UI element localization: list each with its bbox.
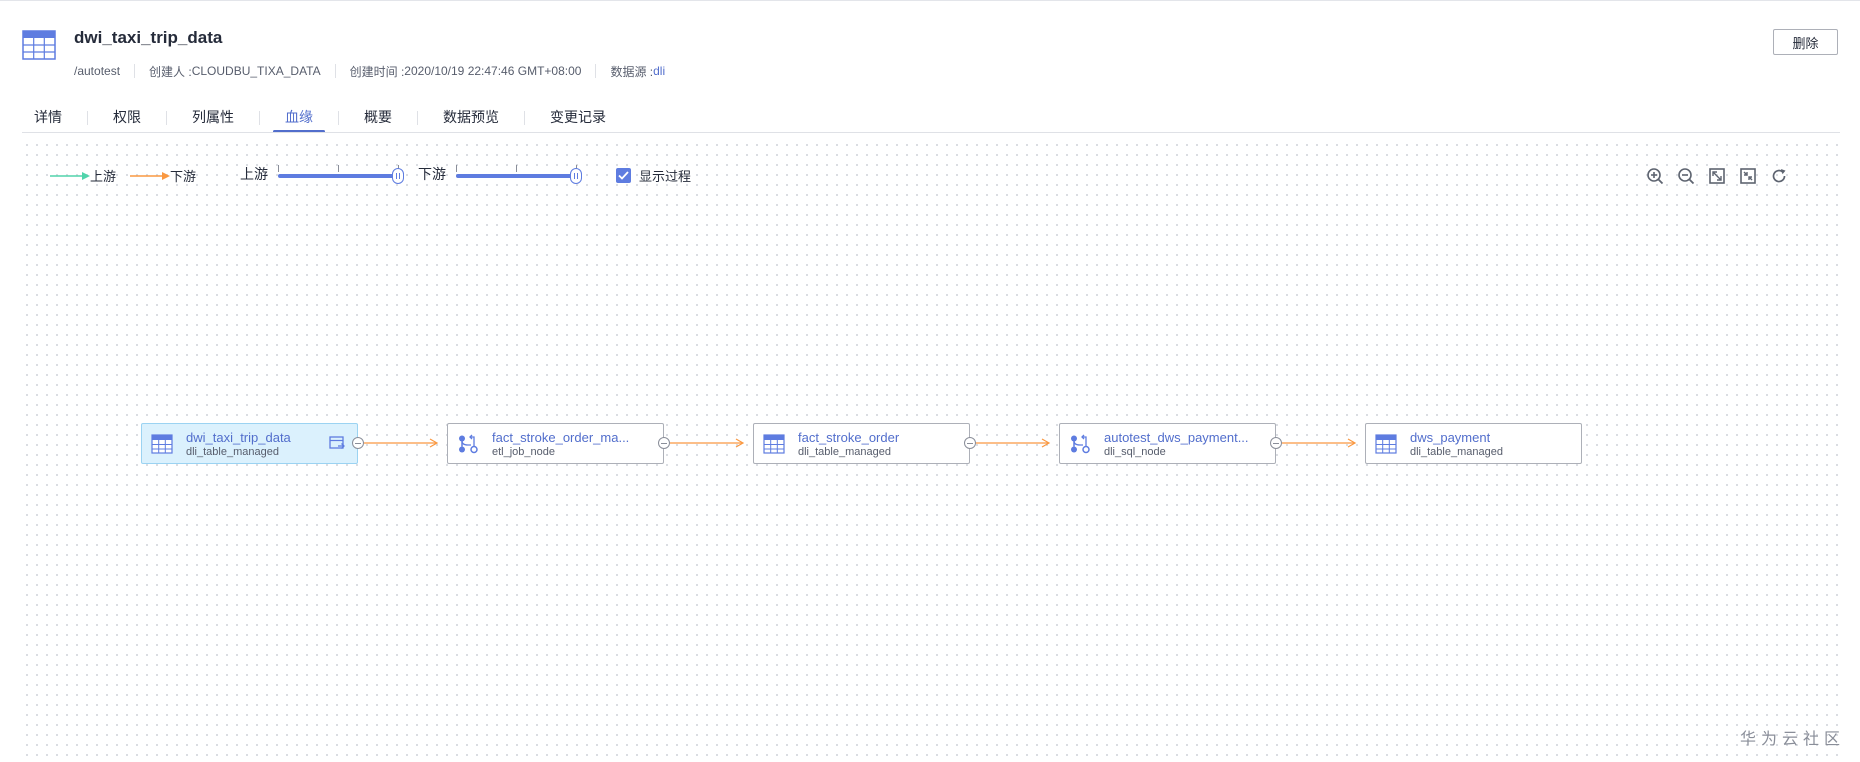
slider-tick [456, 165, 457, 172]
datasource-meta: 数据源 : dli [610, 63, 665, 80]
creator-label: 创建人 : [149, 64, 192, 79]
creator-meta: 创建人 : CLOUDBU_TIXA_DATA [149, 63, 321, 80]
watermark: 华为云社区 [1740, 731, 1846, 748]
tab-permissions[interactable]: 权限 [101, 106, 153, 130]
show-process-toggle[interactable]: 显示过程 [616, 166, 691, 185]
tab-details[interactable]: 详情 [22, 106, 74, 130]
tab-divider [338, 111, 339, 125]
node-type: etl_job_node [492, 446, 556, 458]
process-icon [459, 434, 478, 454]
delete-button[interactable]: 删除 [1773, 29, 1838, 55]
node-name: autotest_dws_payment... [1104, 430, 1249, 445]
tab-divider [259, 111, 260, 125]
node-name: fact_stroke_order [798, 430, 900, 445]
legend-upstream: 上游 [50, 166, 116, 185]
upstream-arrow-icon [50, 171, 90, 180]
tab-divider [417, 111, 418, 125]
collapse-downstream-button[interactable] [352, 437, 364, 449]
show-process-checkbox[interactable] [616, 168, 631, 183]
lineage-node-autotest-dws-payment-sql[interactable]: autotest_dws_payment... dli_sql_node [1059, 423, 1276, 464]
datasource-label: 数据源 : [610, 64, 654, 79]
legend-downstream: 下游 [130, 166, 196, 185]
lineage-node-fact-stroke-order[interactable]: fact_stroke_order dli_table_managed [753, 423, 970, 464]
downstream-slider-fill [456, 174, 576, 178]
node-type: dli_table_managed [798, 446, 891, 458]
node-type: dli_table_managed [1410, 446, 1503, 458]
tabs-divider [22, 132, 1840, 133]
lineage-node-dwi-taxi-trip-data[interactable]: dwi_taxi_trip_data dli_table_managed [141, 423, 358, 464]
tab-divider [524, 111, 525, 125]
meta-row: /autotest 创建人 : CLOUDBU_TIXA_DATA 创建时间 :… [74, 63, 665, 79]
meta-divider [595, 64, 597, 78]
actual-size-icon[interactable] [1737, 166, 1759, 186]
tab-lineage[interactable]: 血缘 [273, 106, 325, 133]
meta-divider [134, 64, 136, 78]
legend-downstream-label: 下游 [170, 169, 197, 184]
tab-divider [166, 111, 167, 125]
slider-tick [278, 165, 279, 172]
refresh-icon[interactable] [1768, 166, 1790, 186]
open-detail-icon[interactable] [328, 434, 346, 452]
collapse-downstream-button[interactable] [1270, 437, 1282, 449]
upstream-slider-handle[interactable] [392, 168, 404, 184]
collapse-downstream-button[interactable] [964, 437, 976, 449]
table-icon [763, 434, 785, 454]
downstream-level-control: 下游 [418, 164, 582, 184]
downstream-level-slider[interactable] [456, 164, 582, 184]
show-process-label: 显示过程 [639, 169, 692, 184]
tab-data-preview[interactable]: 数据预览 [431, 106, 511, 130]
upstream-slider-fill [278, 174, 398, 178]
downstream-level-label: 下游 [418, 166, 446, 182]
tab-summary[interactable]: 概要 [352, 106, 404, 130]
creator-value: CLOUDBU_TIXA_DATA [191, 64, 321, 78]
tab-change-log[interactable]: 变更记录 [538, 106, 618, 130]
canvas-toolbar [1644, 166, 1799, 186]
tab-divider [87, 111, 88, 125]
upstream-level-slider[interactable] [278, 164, 404, 184]
zoom-out-icon[interactable] [1675, 166, 1697, 186]
lineage-node-fact-stroke-order-job[interactable]: fact_stroke_order_ma... etl_job_node [447, 423, 664, 464]
zoom-in-icon[interactable] [1644, 166, 1666, 186]
node-type: dli_sql_node [1104, 446, 1166, 458]
created-time-meta: 创建时间 : 2020/10/19 22:47:46 GMT+08:00 [350, 63, 582, 80]
upstream-level-label: 上游 [240, 166, 268, 182]
downstream-arrow-icon [130, 171, 171, 180]
slider-tick [516, 165, 517, 172]
lineage-legend: 上游 下游 [50, 166, 210, 185]
downstream-slider-handle[interactable] [570, 168, 582, 184]
tab-bar: 详情 权限 列属性 血缘 概要 数据预览 变更记录 [22, 104, 618, 133]
node-name: dwi_taxi_trip_data [186, 430, 291, 445]
fit-view-icon[interactable] [1706, 166, 1728, 186]
tab-columns[interactable]: 列属性 [180, 106, 246, 130]
node-name: dws_payment [1410, 430, 1491, 445]
slider-tick [338, 165, 339, 172]
node-type: dli_table_managed [186, 446, 279, 458]
meta-divider [334, 64, 336, 78]
created-time-label: 创建时间 : [349, 64, 405, 79]
node-name: fact_stroke_order_ma... [492, 430, 630, 445]
created-time-value: 2020/10/19 22:47:46 GMT+08:00 [404, 64, 582, 78]
lineage-node-dws-payment[interactable]: dws_payment dli_table_managed [1365, 423, 1582, 464]
table-icon [1375, 434, 1397, 454]
table-icon [22, 30, 56, 60]
check-icon [618, 171, 629, 180]
legend-upstream-label: 上游 [90, 169, 117, 184]
table-icon [151, 434, 173, 454]
process-icon [1071, 434, 1090, 454]
table-path: /autotest [74, 64, 121, 78]
collapse-downstream-button[interactable] [658, 437, 670, 449]
datasource-link[interactable]: dli [653, 64, 665, 78]
upstream-level-control: 上游 [240, 164, 404, 184]
page-title: dwi_taxi_trip_data [74, 28, 223, 47]
